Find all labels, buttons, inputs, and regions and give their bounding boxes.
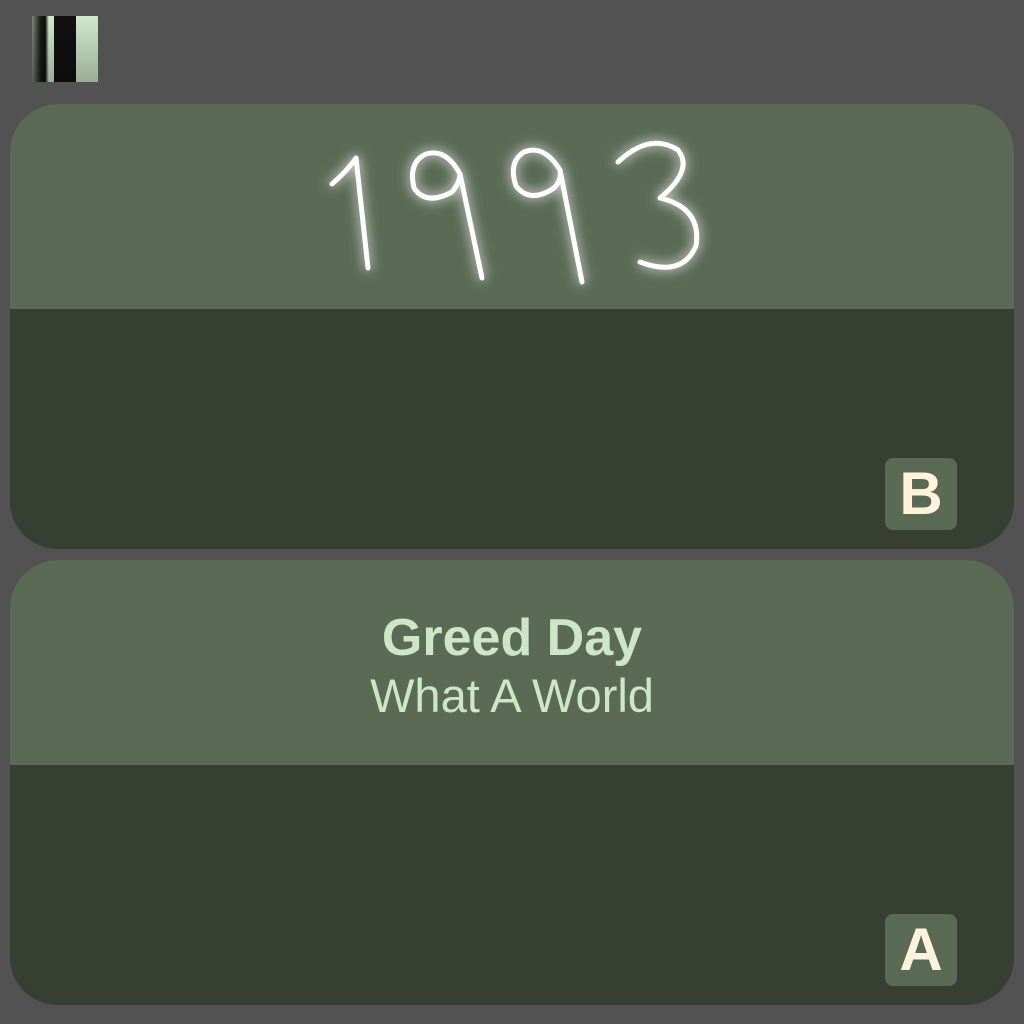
song-title: What A World xyxy=(370,668,654,722)
pause-icon xyxy=(32,16,98,82)
card-a-label: A xyxy=(885,914,957,986)
game-screen: B Greed Day What A World A xyxy=(0,0,1024,1024)
song-info: Greed Day What A World xyxy=(10,560,1014,765)
pause-button[interactable] xyxy=(32,16,98,82)
card-a-body xyxy=(10,765,1014,1005)
song-artist: Greed Day xyxy=(381,608,643,667)
year-handwritten xyxy=(310,122,720,302)
card-a-header: Greed Day What A World xyxy=(10,560,1014,765)
answer-card-a[interactable]: Greed Day What A World A xyxy=(10,560,1014,1005)
card-b-label: B xyxy=(885,458,957,530)
answer-card-b[interactable]: B xyxy=(10,104,1014,549)
card-b-body xyxy=(10,309,1014,549)
card-b-header xyxy=(10,104,1014,309)
